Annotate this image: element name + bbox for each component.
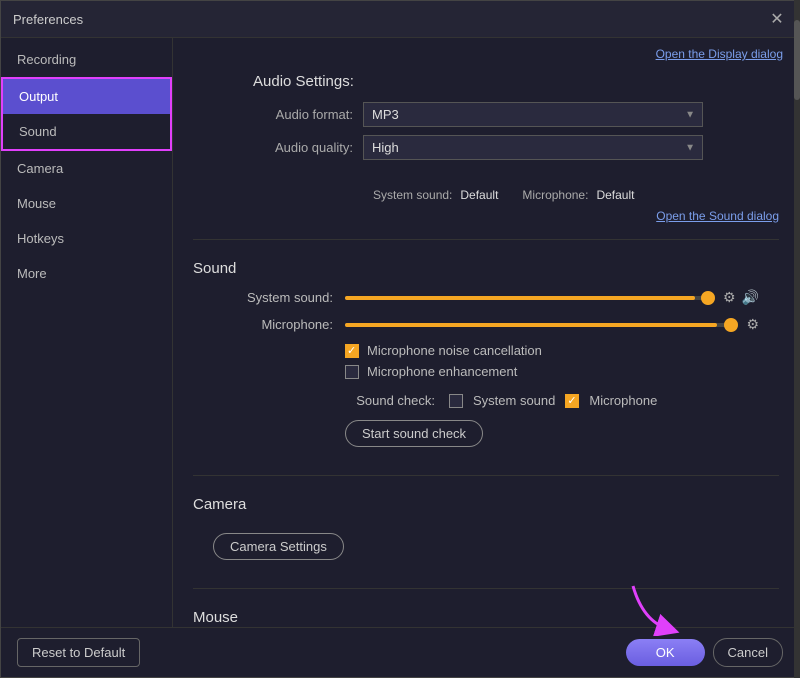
system-sound-value: Default (460, 188, 498, 202)
microphone-slider-fill (345, 323, 717, 327)
sound-check-row: Sound check: System sound Microphone (193, 385, 779, 412)
sound-check-system-checkbox[interactable] (449, 394, 463, 408)
start-sound-check-button[interactable]: Start sound check (345, 420, 483, 447)
sidebar-highlighted-group: Output Sound (1, 77, 172, 151)
audio-settings-title: Audio Settings: (253, 73, 779, 90)
mic-gear-icon[interactable]: ⚙ (746, 316, 759, 333)
microphone-slider-thumb (724, 318, 738, 332)
audio-format-dropdown-wrapper: MP3 (363, 102, 703, 127)
preferences-dialog: Preferences ✕ Recording Output Sound Cam… (0, 0, 800, 678)
camera-settings-button[interactable]: Camera Settings (213, 533, 344, 560)
system-sound-icons: ⚙ 🔊 (723, 289, 759, 306)
footer-buttons: OK Cancel (626, 638, 783, 667)
system-sound-slider-fill (345, 296, 695, 300)
reset-button[interactable]: Reset to Default (17, 638, 140, 667)
scrollbar-thumb (794, 38, 799, 100)
sound-check-label: Sound check: (345, 393, 435, 408)
close-button[interactable]: ✕ (767, 9, 787, 29)
noise-cancellation-row: Microphone noise cancellation (193, 343, 779, 358)
audio-quality-dropdown-wrapper: High (363, 135, 703, 160)
sound-check-microphone-checkbox[interactable] (565, 394, 579, 408)
microphone-value: Default (596, 188, 634, 202)
audio-settings-section: Audio Settings: Audio format: MP3 Audio … (173, 65, 799, 184)
footer: Reset to Default OK Cancel (1, 627, 799, 677)
microphone-slider-row: Microphone: ⚙ (193, 316, 779, 333)
camera-section-title: Camera (193, 496, 779, 513)
ok-button[interactable]: OK (626, 639, 705, 666)
divider-1 (193, 239, 779, 240)
main-content: Open the Display dialog Audio Settings: … (173, 38, 799, 627)
camera-section: Camera Camera Settings (173, 484, 799, 580)
system-sound-slider-row: System sound: ⚙ 🔊 (193, 289, 779, 306)
noise-cancellation-label[interactable]: Microphone noise cancellation (367, 343, 542, 358)
sidebar: Recording Output Sound Camera Mouse Hotk… (1, 38, 173, 627)
mouse-section: Mouse Show mouse cursor (173, 597, 799, 627)
title-bar: Preferences ✕ (1, 1, 799, 38)
system-sound-slider-label: System sound: (213, 290, 333, 305)
divider-2 (193, 475, 779, 476)
mouse-section-title: Mouse (193, 609, 779, 626)
enhancement-row: Microphone enhancement (193, 364, 779, 379)
microphone-slider-track[interactable] (345, 323, 736, 327)
sidebar-item-recording[interactable]: Recording (1, 42, 172, 77)
sidebar-item-more[interactable]: More (1, 256, 172, 291)
enhancement-checkbox[interactable] (345, 365, 359, 379)
microphone-label: Microphone: (522, 188, 588, 202)
sound-check-microphone-label[interactable]: Microphone (589, 393, 657, 408)
system-sound-label: System sound: (373, 188, 452, 202)
audio-format-dropdown[interactable]: MP3 (363, 102, 703, 127)
sidebar-item-sound[interactable]: Sound (3, 114, 170, 149)
dialog-body: Recording Output Sound Camera Mouse Hotk… (1, 38, 799, 627)
sidebar-item-output[interactable]: Output (3, 79, 170, 114)
volume-icon[interactable]: 🔊 (742, 289, 759, 306)
sound-check-system-label[interactable]: System sound (473, 393, 555, 408)
microphone-icons: ⚙ (746, 316, 759, 333)
audio-quality-row: Audio quality: High (253, 135, 779, 160)
enhancement-label[interactable]: Microphone enhancement (367, 364, 517, 379)
audio-format-label: Audio format: (253, 107, 353, 122)
sound-section-title: Sound (193, 260, 779, 277)
open-display-dialog-link[interactable]: Open the Display dialog (656, 47, 783, 61)
audio-quality-label: Audio quality: (253, 140, 353, 155)
divider-3 (193, 588, 779, 589)
system-sound-slider-thumb (701, 291, 715, 305)
sidebar-item-mouse[interactable]: Mouse (1, 186, 172, 221)
defaults-row: System sound: Default Microphone: Defaul… (173, 184, 799, 206)
dialog-title: Preferences (13, 12, 83, 27)
gear-icon[interactable]: ⚙ (723, 289, 736, 306)
sound-link-row: Open the Sound dialog (173, 206, 799, 231)
cancel-button[interactable]: Cancel (713, 638, 783, 667)
noise-cancellation-checkbox[interactable] (345, 344, 359, 358)
audio-format-row: Audio format: MP3 (253, 102, 779, 127)
sidebar-item-camera[interactable]: Camera (1, 151, 172, 186)
sidebar-item-hotkeys[interactable]: Hotkeys (1, 221, 172, 256)
microphone-slider-label: Microphone: (213, 317, 333, 332)
audio-quality-dropdown[interactable]: High (363, 135, 703, 160)
display-dialog-link-row: Open the Display dialog (173, 38, 799, 65)
sound-section: Sound System sound: ⚙ 🔊 (173, 248, 799, 467)
open-sound-dialog-link[interactable]: Open the Sound dialog (656, 209, 779, 223)
system-sound-slider-track[interactable] (345, 296, 713, 300)
scrollbar[interactable] (794, 38, 799, 627)
